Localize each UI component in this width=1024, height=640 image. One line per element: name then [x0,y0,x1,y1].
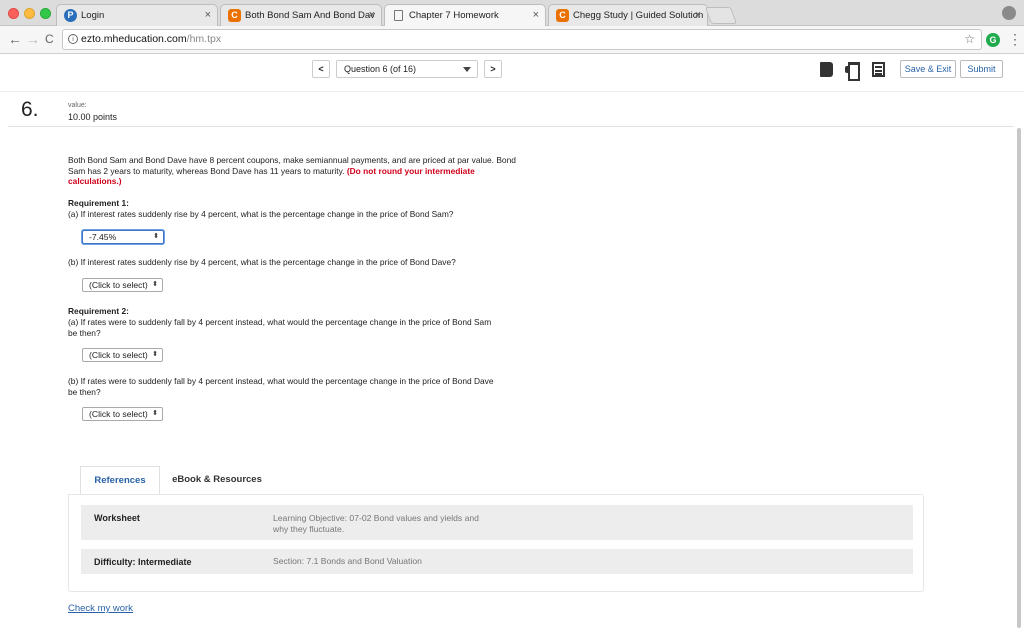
new-tab-button[interactable] [704,7,738,24]
tab-ebook-resources[interactable]: eBook & Resources [162,466,272,494]
back-arrow-icon[interactable]: ← [8,31,22,47]
close-icon[interactable]: × [533,5,539,26]
tab-chegg-question[interactable]: C Both Bond Sam And Bond Dav × [220,4,382,26]
browser-tab-bar: P Login × C Both Bond Sam And Bond Dav ×… [0,0,1024,26]
tab-title: Chegg Study | Guided Solution [573,10,704,21]
chegg-icon: C [228,9,241,22]
tab-title: Login [81,10,105,21]
previous-question-button[interactable]: < [312,60,330,78]
select-arrows-icon: ⬍ [152,351,158,358]
chevron-down-icon [463,67,471,72]
profile-icon[interactable] [1002,6,1016,20]
url-host: ezto.mheducation.com [81,33,187,45]
forward-arrow-icon[interactable]: → [26,31,40,47]
close-icon[interactable]: × [695,5,701,26]
select-arrows-icon: ⬍ [152,281,158,288]
grammarly-extension-icon[interactable]: G [986,33,1000,47]
calculator-icon[interactable] [872,62,885,77]
answer-2b-select[interactable]: (Click to select) ⬍ [82,407,163,421]
close-icon[interactable]: × [205,5,211,26]
answer-2b-value: (Click to select) [89,409,148,419]
next-question-button[interactable]: > [484,60,502,78]
minimize-window-button[interactable] [24,8,35,19]
value-label: value: [68,102,87,109]
reference-row: Difficulty: Intermediate Section: 7.1 Bo… [81,549,913,574]
answer-2a-value: (Click to select) [89,350,148,360]
close-window-button[interactable] [8,8,19,19]
tab-references[interactable]: References [80,466,160,494]
ebook-icon[interactable] [820,62,833,77]
submit-button[interactable]: Submit [960,60,1003,78]
tab-chegg-study[interactable]: C Chegg Study | Guided Solution × [548,4,708,26]
answer-1a-value: -7.45% [89,232,117,242]
requirement-1b-text: (b) If interest rates suddenly rise by 4… [68,257,456,267]
maximize-window-button[interactable] [40,8,51,19]
question-selector-label: Question 6 (of 16) [344,64,417,74]
select-arrows-icon: ⬍ [152,410,158,417]
select-arrows-icon: ⬍ [153,233,159,240]
browser-menu-icon[interactable]: ⋮ [1008,31,1022,47]
requirement-1a-text: (a) If interest rates suddenly rise by 4… [68,209,454,219]
info-icon[interactable]: i [68,34,78,44]
requirement-2-title: Requirement 2: [68,306,129,316]
save-exit-button[interactable]: Save & Exit [900,60,956,78]
divider [8,126,1014,127]
question-number: 6. [21,98,39,121]
reference-row: Worksheet Learning Objective: 07-02 Bond… [81,505,913,540]
question-intro: Both Bond Sam and Bond Dave have 8 perce… [68,155,518,187]
requirement-2a-text: (a) If rates were to suddenly fall by 4 … [68,317,492,338]
tab-chapter-homework[interactable]: Chapter 7 Homework × [384,4,546,26]
answer-1b-select[interactable]: (Click to select) ⬍ [82,278,163,292]
requirement-1-title: Requirement 1: [68,198,129,208]
url-path: /hm.tpx [186,33,222,45]
pearson-icon: P [64,9,77,22]
url-input[interactable]: i ezto.mheducation.com/hm.tpx ☆ [62,29,982,50]
tab-title: Both Bond Sam And Bond Dav [245,10,375,21]
answer-1b-value: (Click to select) [89,280,148,290]
print-icon[interactable] [845,62,860,81]
page-scrollbar[interactable] [1017,128,1021,628]
browser-address-bar: ← → C i ezto.mheducation.com/hm.tpx ☆ G … [0,26,1024,54]
tab-login[interactable]: P Login × [56,4,218,26]
reference-value: Section: 7.1 Bonds and Bond Valuation [273,556,422,566]
answer-1a-select[interactable]: -7.45% ⬍ [82,230,164,244]
question-selector[interactable]: Question 6 (of 16) [336,60,478,78]
close-icon[interactable]: × [369,5,375,26]
references-panel: Worksheet Learning Objective: 07-02 Bond… [68,494,924,592]
reload-icon[interactable]: C [45,31,54,47]
bookmark-star-icon[interactable]: ☆ [964,30,975,49]
assignment-toolbar: < Question 6 (of 16) > Save & Exit Submi… [0,54,1024,92]
points-value: 10.00 points [68,112,118,122]
chegg-icon: C [556,9,569,22]
document-icon [394,10,403,21]
tab-title: Chapter 7 Homework [409,10,499,21]
check-my-work-link[interactable]: Check my work [68,603,133,614]
answer-2a-select[interactable]: (Click to select) ⬍ [82,348,163,362]
reference-key: Difficulty: Intermediate [94,557,192,567]
reference-key: Worksheet [94,513,140,523]
requirement-2b-text: (b) If rates were to suddenly fall by 4 … [68,376,494,397]
reference-value: Learning Objective: 07-02 Bond values an… [273,513,479,534]
